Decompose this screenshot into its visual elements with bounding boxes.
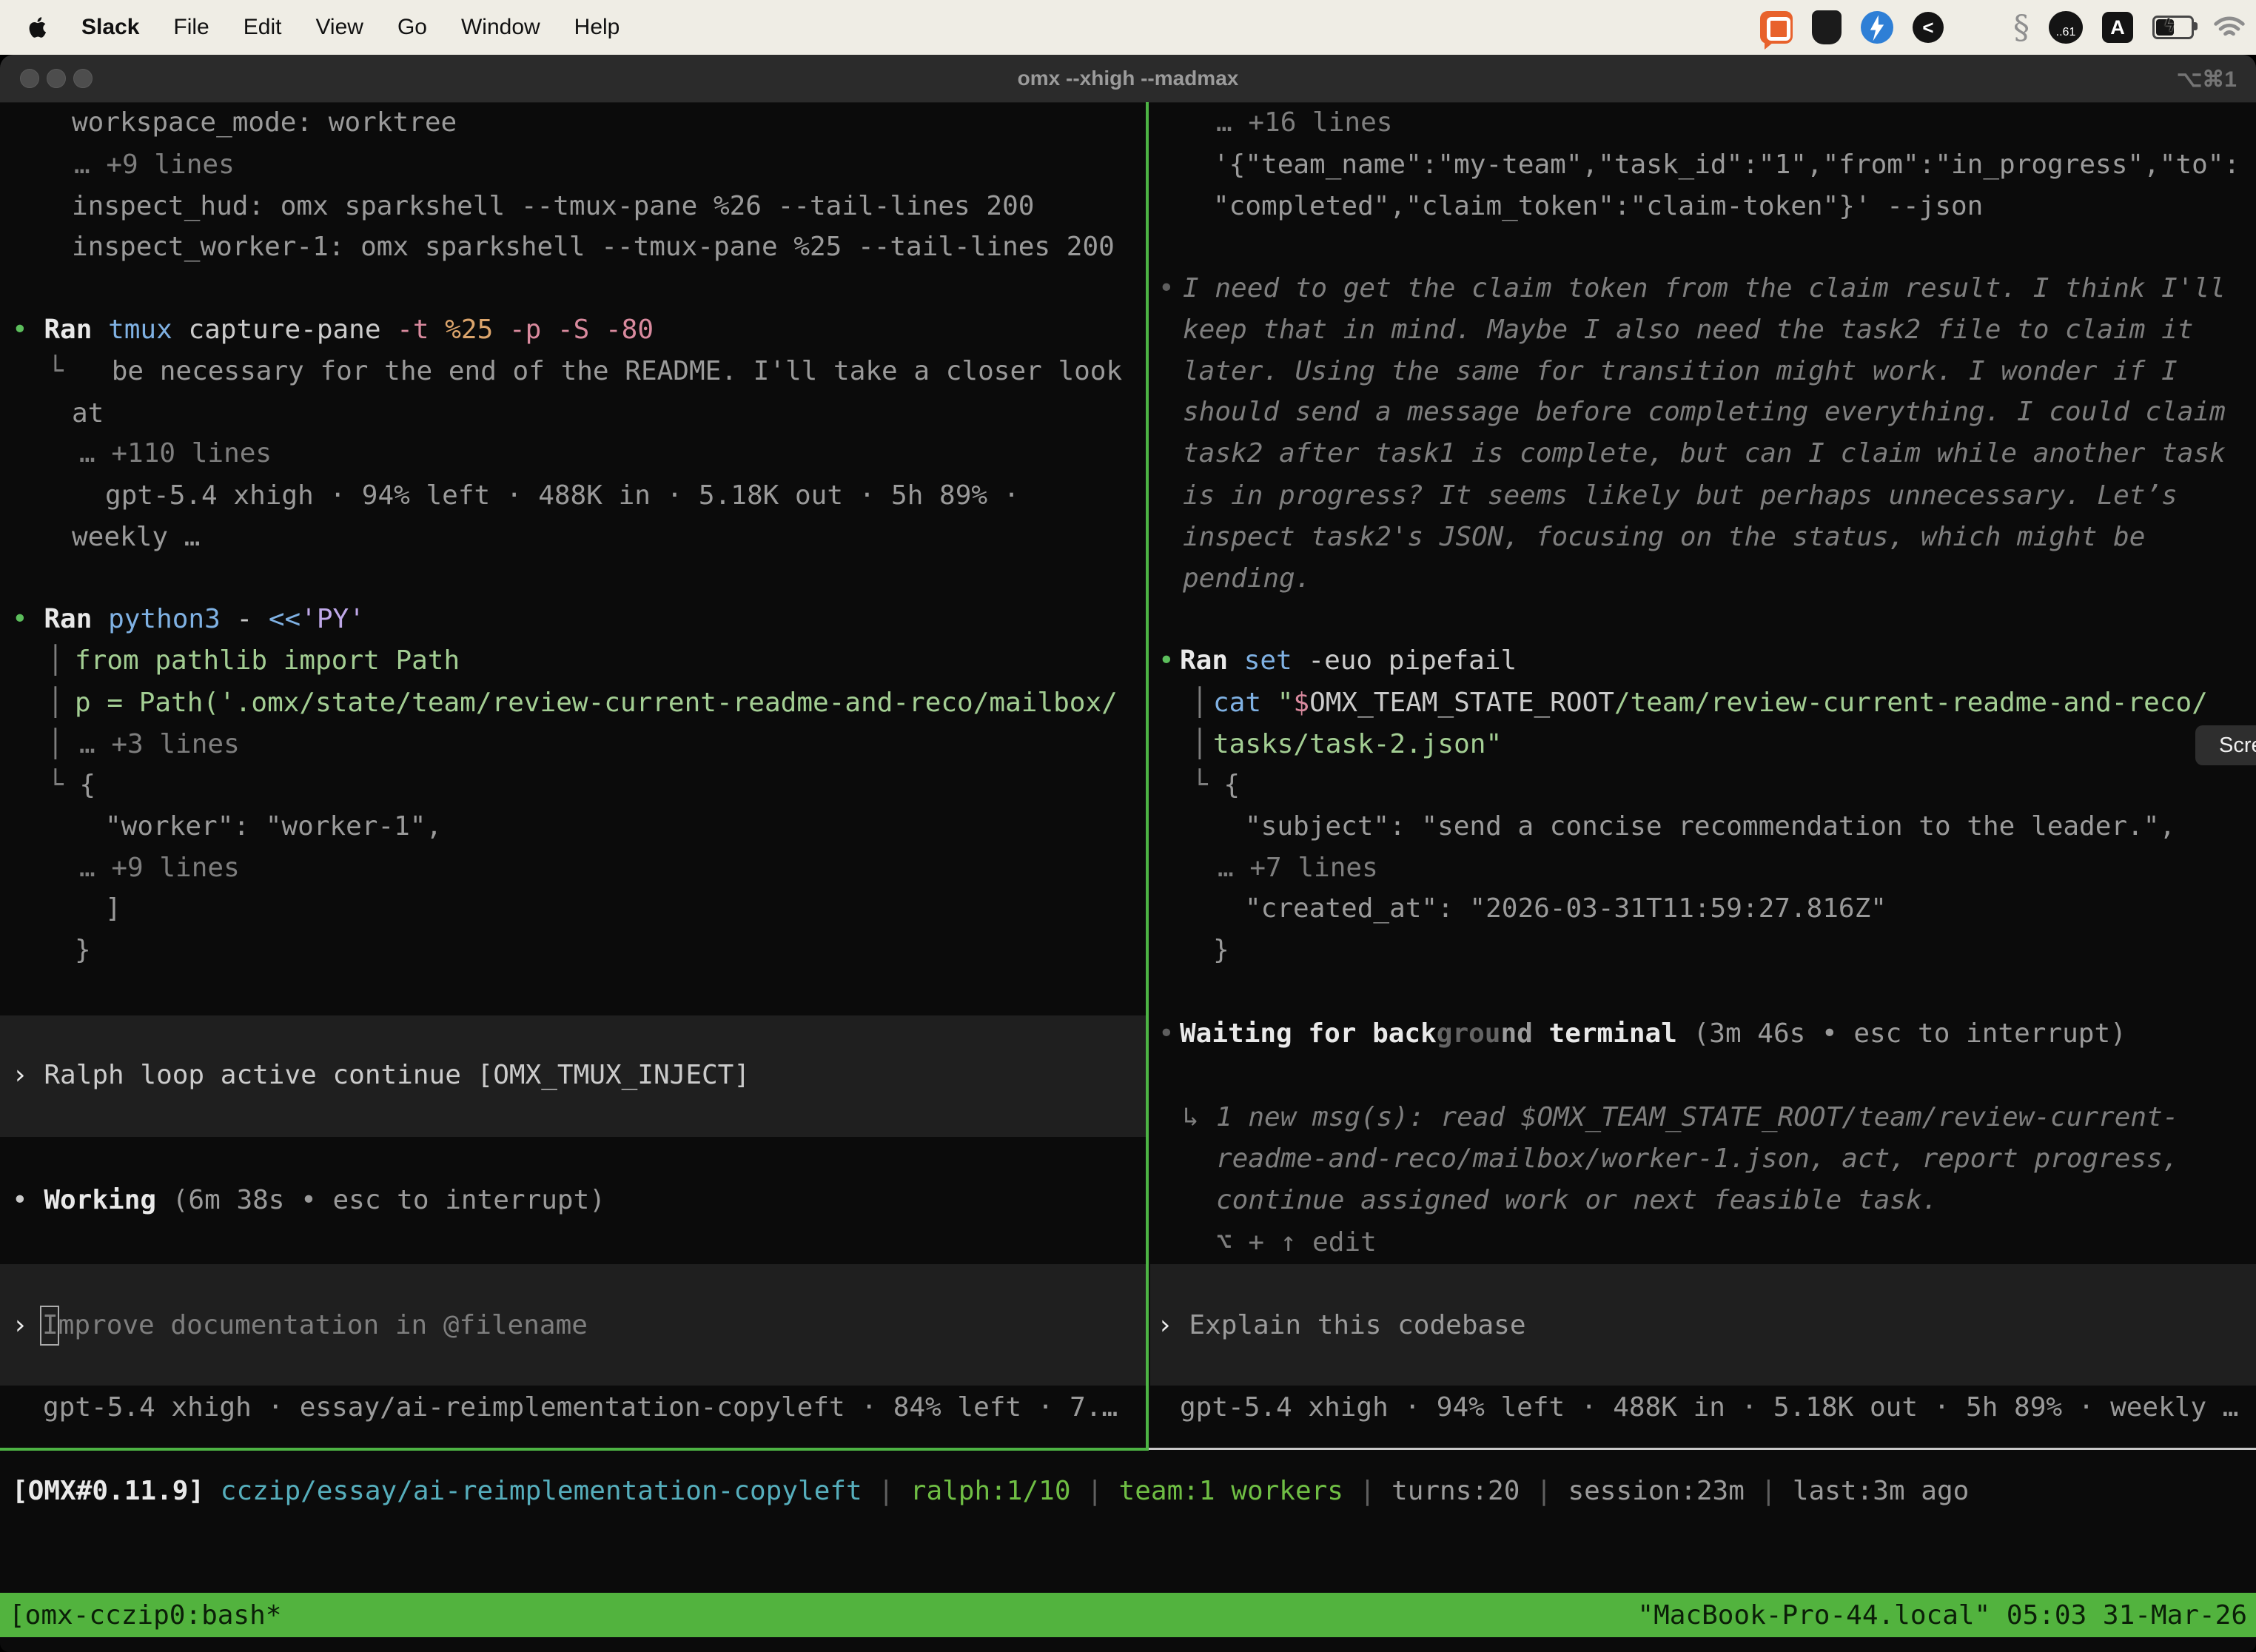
menu-item-help[interactable]: Help	[574, 15, 620, 39]
menu-item-window[interactable]: Window	[461, 15, 540, 39]
window-shortcut-hint: ⌥⌘1	[2177, 67, 2237, 93]
menu-item-file[interactable]: File	[173, 15, 209, 39]
window-titlebar[interactable]: omx --xhigh --madmax ⌥⌘1	[0, 55, 2256, 103]
apple-logo-icon[interactable]	[28, 15, 50, 40]
terminal-window: omx --xhigh --madmax ⌥⌘1	[0, 55, 2256, 1652]
menu-item-go[interactable]: Go	[397, 15, 427, 39]
menu-left: Slack File Edit View Go Window Help	[0, 15, 654, 40]
menu-items: Slack File Edit View Go Window Help	[81, 15, 654, 40]
menu-item-slack[interactable]: Slack	[81, 15, 139, 39]
chat-app-icon[interactable]	[1760, 11, 1793, 44]
battery-icon[interactable]: ϟ	[2152, 16, 2194, 39]
badge-61-icon[interactable]: ..61	[2049, 11, 2083, 44]
status-icons: < § ..61 A ϟ	[1760, 0, 2246, 55]
window-title: omx --xhigh --madmax	[0, 67, 2256, 90]
menu-bar: Slack File Edit View Go Window Help < § ..61 A…	[0, 0, 2256, 55]
dots-grid-icon[interactable]	[1963, 12, 1994, 43]
squiggle-icon[interactable]: §	[2013, 9, 2030, 47]
wifi-icon[interactable]	[2213, 15, 2246, 40]
menu-item-view[interactable]: View	[315, 15, 363, 39]
a-app-icon[interactable]: A	[2102, 12, 2133, 43]
lightning-bolt-icon[interactable]	[1861, 11, 1893, 44]
menu-item-edit[interactable]: Edit	[244, 15, 282, 39]
keyboard-switcher-icon[interactable]: <	[1913, 12, 1944, 43]
shield-grid-icon[interactable]	[1812, 10, 1842, 44]
